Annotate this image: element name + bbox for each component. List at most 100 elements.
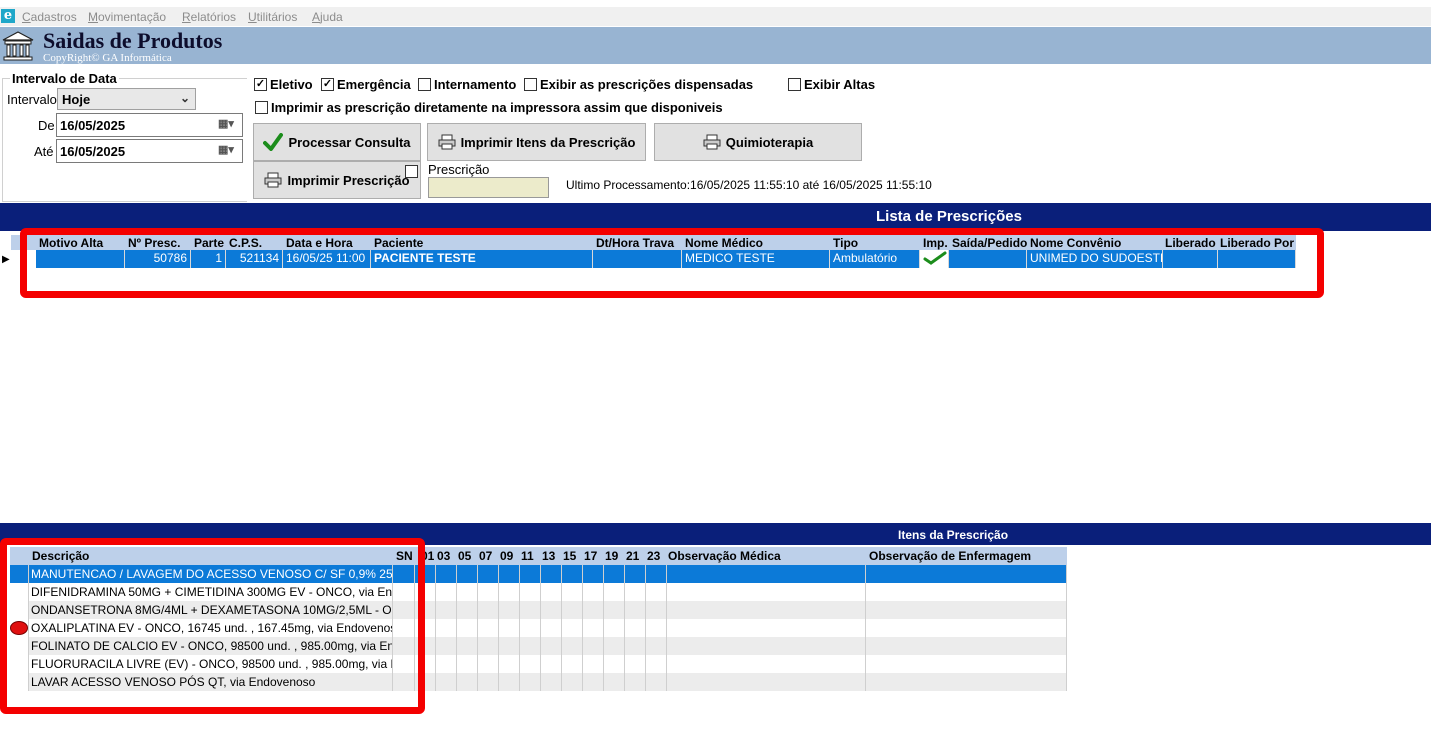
highlight-box-items (0, 538, 425, 714)
checkbox-exibir-dispensadas-box[interactable] (524, 78, 537, 92)
cell-hour (583, 637, 604, 655)
col-h09[interactable]: 09 (497, 548, 516, 566)
to-date-field[interactable]: 16/05/2025 ▦▾ (56, 139, 243, 163)
checkbox-imprimir-direto[interactable]: Imprimir as prescrição diretamente na im… (255, 100, 723, 115)
col-h03[interactable]: 03 (434, 548, 453, 566)
cell-hour (520, 673, 541, 691)
col-h05[interactable]: 05 (455, 548, 474, 566)
col-h21[interactable]: 21 (623, 548, 642, 566)
menu-movimentacao[interactable]: Movimentação (88, 10, 166, 24)
checkbox-eletivo-box[interactable]: ✓ (254, 78, 267, 92)
cell-hour (625, 655, 646, 673)
calendar-icon[interactable]: ▦▾ (218, 117, 238, 133)
imprimir-itens-label: Imprimir Itens da Prescrição (460, 134, 636, 150)
cell-hour (562, 637, 583, 655)
cell-hour (457, 655, 478, 673)
cell-hour (436, 637, 457, 655)
cell-obs-medica (667, 601, 866, 619)
interval-select[interactable]: Hoje ⌄ (57, 88, 196, 110)
cell-hour (646, 637, 667, 655)
imprimir-itens-button[interactable]: Imprimir Itens da Prescrição (427, 123, 646, 161)
cell-hour (625, 583, 646, 601)
chevron-down-icon: ⌄ (179, 91, 190, 105)
cell-hour (583, 601, 604, 619)
interval-value: Hoje (62, 92, 91, 107)
cell-hour (604, 583, 625, 601)
cell-hour (520, 583, 541, 601)
checkbox-exibir-altas-box[interactable] (788, 78, 801, 92)
calendar-icon[interactable]: ▦▾ (218, 143, 238, 159)
cell-obs-enfermagem (866, 565, 1067, 583)
prescription-list-title: Lista de Prescrições (876, 208, 1022, 225)
cell-hour (541, 655, 562, 673)
to-label: Até (34, 144, 54, 159)
col-obs-medica[interactable]: Observação Médica (665, 548, 784, 566)
cell-hour (541, 673, 562, 691)
col-h11[interactable]: 11 (518, 548, 537, 566)
cell-hour (646, 673, 667, 691)
checkbox-emergencia-box[interactable]: ✓ (321, 78, 334, 92)
cell-hour (646, 655, 667, 673)
cell-hour (583, 655, 604, 673)
cell-hour (499, 583, 520, 601)
imprimir-prescricao-checkbox[interactable] (405, 165, 418, 179)
col-h15[interactable]: 15 (560, 548, 579, 566)
cell-hour (436, 619, 457, 637)
col-h23[interactable]: 23 (644, 548, 663, 566)
cell-hour (583, 619, 604, 637)
cell-hour (562, 673, 583, 691)
cell-hour (499, 619, 520, 637)
menu-relatorios[interactable]: Relatórios (182, 10, 236, 24)
checkbox-imprimir-direto-box[interactable] (255, 101, 268, 115)
menu-cadastros[interactable]: Cadastros (22, 10, 77, 24)
cell-hour (604, 655, 625, 673)
cell-hour (646, 601, 667, 619)
last-processed-status: Ultimo Processamento:16/05/2025 11:55:10… (566, 178, 932, 192)
imprimir-prescricao-button[interactable]: Imprimir Prescrição (253, 161, 421, 199)
cell-hour (604, 673, 625, 691)
cell-hour (457, 601, 478, 619)
col-obs-enfermagem[interactable]: Observação de Enfermagem (866, 548, 1034, 566)
quimioterapia-button[interactable]: Quimioterapia (654, 123, 862, 161)
quimioterapia-label: Quimioterapia (725, 134, 814, 150)
cell-hour (562, 583, 583, 601)
cell-hour (436, 565, 457, 583)
cell-hour (562, 655, 583, 673)
cell-hour (436, 583, 457, 601)
items-list-title: Itens da Prescrição (898, 528, 1009, 542)
cell-hour (646, 565, 667, 583)
cell-hour (499, 673, 520, 691)
checkbox-eletivo[interactable]: ✓ Eletivo (254, 77, 313, 92)
checkbox-internamento-box[interactable] (418, 78, 431, 92)
cell-hour (562, 601, 583, 619)
col-h19[interactable]: 19 (602, 548, 621, 566)
cell-hour (625, 601, 646, 619)
cell-hour (583, 673, 604, 691)
col-h17[interactable]: 17 (581, 548, 600, 566)
cell-hour (583, 565, 604, 583)
highlight-box-prescription (20, 228, 1324, 298)
cell-obs-medica (667, 637, 866, 655)
printer-icon (264, 172, 282, 188)
cell-hour (499, 565, 520, 583)
to-date-value: 16/05/2025 (60, 144, 126, 159)
cell-hour (604, 619, 625, 637)
cell-hour (541, 565, 562, 583)
cell-hour (646, 619, 667, 637)
cell-hour (436, 655, 457, 673)
checkbox-exibir-dispensadas[interactable]: Exibir as prescrições dispensadas (524, 77, 753, 92)
from-date-field[interactable]: 16/05/2025 ▦▾ (56, 113, 243, 137)
col-h13[interactable]: 13 (539, 548, 558, 566)
prescricao-input[interactable] (428, 177, 549, 198)
cell-hour (436, 673, 457, 691)
cell-obs-medica (667, 565, 866, 583)
col-h07[interactable]: 07 (476, 548, 495, 566)
cell-hour (457, 673, 478, 691)
menu-utilitarios[interactable]: Utilitários (248, 10, 297, 24)
checkbox-exibir-altas[interactable]: Exibir Altas (788, 77, 875, 92)
menu-ajuda[interactable]: Ajuda (312, 10, 343, 24)
checkbox-emergencia[interactable]: ✓ Emergência (321, 77, 411, 92)
cell-hour (478, 619, 499, 637)
checkbox-internamento[interactable]: Internamento (418, 77, 516, 92)
processar-consulta-button[interactable]: Processar Consulta (253, 123, 421, 161)
